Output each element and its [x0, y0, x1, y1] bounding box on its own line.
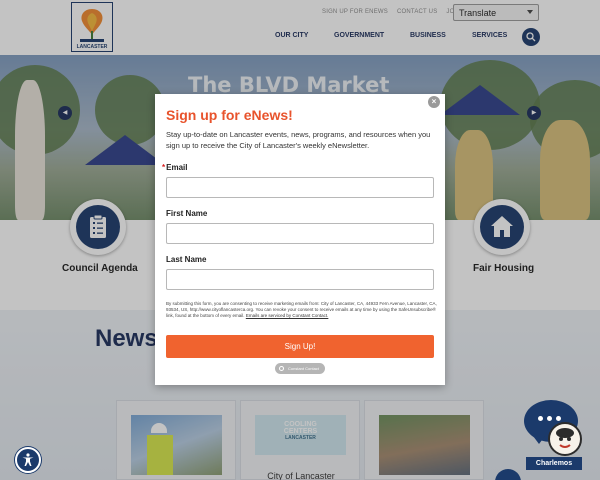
first-name-field[interactable] — [166, 223, 434, 244]
modal-title: Sign up for eNews! — [166, 107, 293, 123]
constant-contact-badge[interactable]: Constant Contact — [275, 363, 325, 374]
close-button[interactable]: × — [428, 96, 440, 108]
accessibility-icon — [22, 453, 34, 466]
chat-avatar[interactable] — [548, 422, 582, 456]
email-label-text: Email — [166, 163, 188, 172]
close-icon: × — [431, 97, 437, 106]
last-name-label: Last Name — [166, 255, 207, 264]
email-label: *Email — [162, 163, 187, 172]
email-field[interactable] — [166, 177, 434, 198]
first-name-label: First Name — [166, 209, 208, 218]
enews-signup-modal: × Sign up for eNews! Stay up-to-date on … — [155, 94, 445, 385]
consent-text: By submitting this form, you are consent… — [166, 301, 438, 319]
constant-contact-icon — [279, 366, 284, 371]
chat-label[interactable]: Charlemos — [526, 457, 582, 470]
modal-description: Stay up-to-date on Lancaster events, new… — [166, 130, 431, 150]
chat-bubble-tail — [533, 436, 545, 444]
required-marker: * — [162, 163, 166, 172]
last-name-field[interactable] — [166, 269, 434, 290]
accessibility-button[interactable] — [15, 447, 41, 473]
chat-dots-icon — [538, 416, 561, 421]
mascot-face-icon — [556, 428, 574, 448]
signup-button[interactable]: Sign Up! — [166, 335, 434, 358]
constant-contact-link[interactable]: Emails are serviced by Constant Contact. — [246, 313, 329, 318]
constant-contact-badge-text: Constant Contact — [288, 366, 319, 371]
